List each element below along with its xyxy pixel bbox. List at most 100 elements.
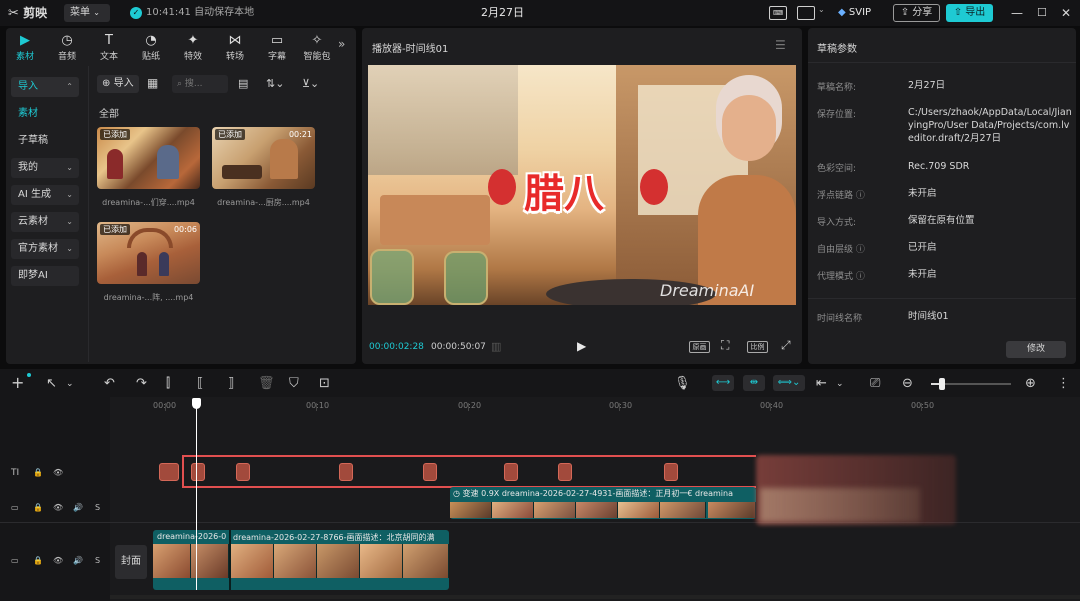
prop-label: 色彩空间: <box>817 164 857 174</box>
modify-button[interactable]: 修改 <box>1006 341 1066 358</box>
view-mode-icon[interactable]: ▤ <box>238 77 248 90</box>
timeline-scrollbar[interactable] <box>110 595 1080 599</box>
svip-label: SVIP <box>848 7 872 18</box>
speed-label: 变速 0.9X <box>462 489 500 498</box>
filter-icon[interactable]: ⊻⌄ <box>302 77 319 90</box>
keyboard-icon[interactable]: ⌨ <box>769 6 787 20</box>
import-button[interactable]: ⊕ 导入 <box>97 75 139 93</box>
maximize-icon[interactable]: ☐ <box>1037 0 1047 26</box>
tab-text[interactable]: T 文本 <box>92 33 126 62</box>
tab-subtitle[interactable]: ▭ 字幕 <box>260 33 294 62</box>
lock-icon[interactable]: 🔒 <box>33 468 43 478</box>
main-track-magnet-icon[interactable]: ⟷ <box>712 375 734 391</box>
tab-label: 智能包 <box>303 52 331 62</box>
lock-icon[interactable]: 🔒 <box>33 556 43 566</box>
saved-check-icon: ✓ <box>130 7 142 19</box>
zoom-slider-handle[interactable] <box>939 378 945 390</box>
marker-icon[interactable]: ⛉ <box>289 376 299 392</box>
audio-icon[interactable]: 🔊 <box>73 503 83 513</box>
ruler-label: 00:50 <box>911 401 935 410</box>
lock-icon[interactable]: 🔒 <box>33 503 43 513</box>
audio-icon[interactable]: 🔊 <box>73 556 83 566</box>
ratio-button[interactable]: 比例 <box>747 341 768 353</box>
split-right-icon[interactable]: ⟧ <box>228 376 234 392</box>
import-label: 导入 <box>113 78 134 89</box>
prop-label: 保存位置: <box>817 110 857 120</box>
cover-button[interactable]: 封面 <box>115 545 147 579</box>
zoom-out-icon[interactable]: ⊖ <box>902 376 913 392</box>
prop-label: 导入方式: <box>817 218 857 228</box>
playhead-handle[interactable] <box>192 398 201 409</box>
eye-icon[interactable]: 👁 <box>53 468 63 478</box>
share-label: 分享 <box>912 7 933 18</box>
ruler-label: 00:40 <box>760 401 784 410</box>
redo-icon[interactable]: ↷ <box>136 376 147 392</box>
play-icon[interactable]: ▶ <box>577 339 586 353</box>
timecode-grid-icon[interactable]: ▥ <box>491 340 501 353</box>
new-dot-icon <box>27 373 31 377</box>
axis-chevron-icon[interactable]: ⌄ <box>836 376 844 392</box>
effects-icon: ✦ <box>187 33 199 48</box>
media-thumbnail[interactable]: 已添加 00:21 <box>212 127 315 189</box>
more-options-icon[interactable]: ⋮ <box>1057 376 1070 392</box>
sidebar-item-subdraft[interactable]: 子草稿 <box>11 131 79 151</box>
select-pointer-icon[interactable]: ↖ <box>46 376 57 392</box>
original-quality-button[interactable]: 原画 <box>689 341 710 353</box>
sidebar-item-official[interactable]: 官方素材 ⌄ <box>11 239 79 259</box>
split-left-icon[interactable]: ⟦ <box>197 376 203 392</box>
preview-canvas[interactable]: 腊八 DreaminaAI <box>368 65 796 305</box>
sidebar-item-import[interactable]: 导入 ⌃ <box>11 77 79 97</box>
menu-button[interactable]: 菜单 ⌄ <box>64 4 110 22</box>
expand-icon[interactable]: ⤢ <box>781 338 791 353</box>
sidebar-item-jimeng-ai[interactable]: 即梦AI <box>11 266 79 286</box>
freeze-frame-icon[interactable]: ⊡ <box>319 376 330 392</box>
delete-icon[interactable]: 🗑 <box>258 376 275 392</box>
eye-icon[interactable]: 👁 <box>53 556 63 566</box>
more-tabs-icon[interactable]: » <box>338 37 345 51</box>
export-button[interactable]: ⇧ 导出 <box>946 4 993 22</box>
tab-sticker[interactable]: ◔ 贴纸 <box>134 33 168 62</box>
media-thumbnail[interactable]: 已添加 <box>97 127 200 189</box>
tab-smart-pack[interactable]: ✧ 智能包 <box>300 33 334 62</box>
share-button[interactable]: ⇪ 分享 <box>893 4 940 22</box>
sidebar-item-mine[interactable]: 我的 ⌄ <box>11 158 79 178</box>
undo-icon[interactable]: ↶ <box>104 376 115 392</box>
clip-name: dreamina-2026-0 <box>157 532 227 541</box>
subtitle-recognize-icon[interactable]: ⎚ <box>870 376 880 392</box>
minimize-icon[interactable]: — <box>1011 0 1023 26</box>
solo-icon[interactable]: S <box>95 503 100 513</box>
media-filename: dreamina-...们穿....mp4 <box>102 198 195 207</box>
close-icon[interactable]: ✕ <box>1061 0 1071 26</box>
sidebar-item-cloud[interactable]: 云素材 ⌄ <box>11 212 79 232</box>
sidebar-item-ai-generate[interactable]: AI 生成 ⌄ <box>11 185 79 205</box>
microphone-icon[interactable]: 🎙 <box>674 376 691 392</box>
sticker-clip[interactable] <box>159 463 179 481</box>
grid-toggle-icon[interactable]: ▦ <box>147 76 158 90</box>
split-icon[interactable]: ⫿ <box>166 376 170 392</box>
linkage-icon[interactable]: ⟺⌄ <box>773 375 805 391</box>
pointer-chevron-icon[interactable]: ⌄ <box>66 376 74 392</box>
svip-button[interactable]: ◆ SVIP <box>838 5 871 21</box>
eye-icon[interactable]: 👁 <box>53 503 63 513</box>
layout-icon[interactable] <box>797 6 815 20</box>
solo-icon[interactable]: S <box>95 556 100 566</box>
layout-chevron-icon[interactable]: ⌄ <box>818 5 825 14</box>
player-menu-icon[interactable]: ☰ <box>775 38 786 52</box>
preview-axis-icon[interactable]: ⇤ <box>816 376 827 392</box>
tab-effects[interactable]: ✦ 特效 <box>176 33 210 62</box>
fullscreen-fit-icon[interactable]: ⛶ <box>721 338 729 353</box>
add-track-icon[interactable]: + <box>11 375 24 391</box>
auto-snap-icon[interactable]: ⇹ <box>743 375 765 391</box>
sort-icon[interactable]: ⇅⌄ <box>266 77 284 90</box>
search-input[interactable]: ⌕ 搜... <box>172 75 228 93</box>
tab-audio[interactable]: ◷ 音频 <box>50 33 84 62</box>
tab-media[interactable]: ▶ 素材 <box>8 33 42 62</box>
tab-transition[interactable]: ⋈ 转场 <box>218 33 252 62</box>
preview-watermark: DreaminaAI <box>660 281 755 300</box>
sidebar-item-label: 素材 <box>18 108 38 119</box>
zoom-in-icon[interactable]: ⊕ <box>1025 376 1036 392</box>
media-thumbnail[interactable]: 已添加 00:06 <box>97 222 200 284</box>
playhead[interactable] <box>196 398 197 590</box>
tab-label: 音频 <box>57 52 76 62</box>
sidebar-item-media[interactable]: 素材 <box>11 104 79 124</box>
